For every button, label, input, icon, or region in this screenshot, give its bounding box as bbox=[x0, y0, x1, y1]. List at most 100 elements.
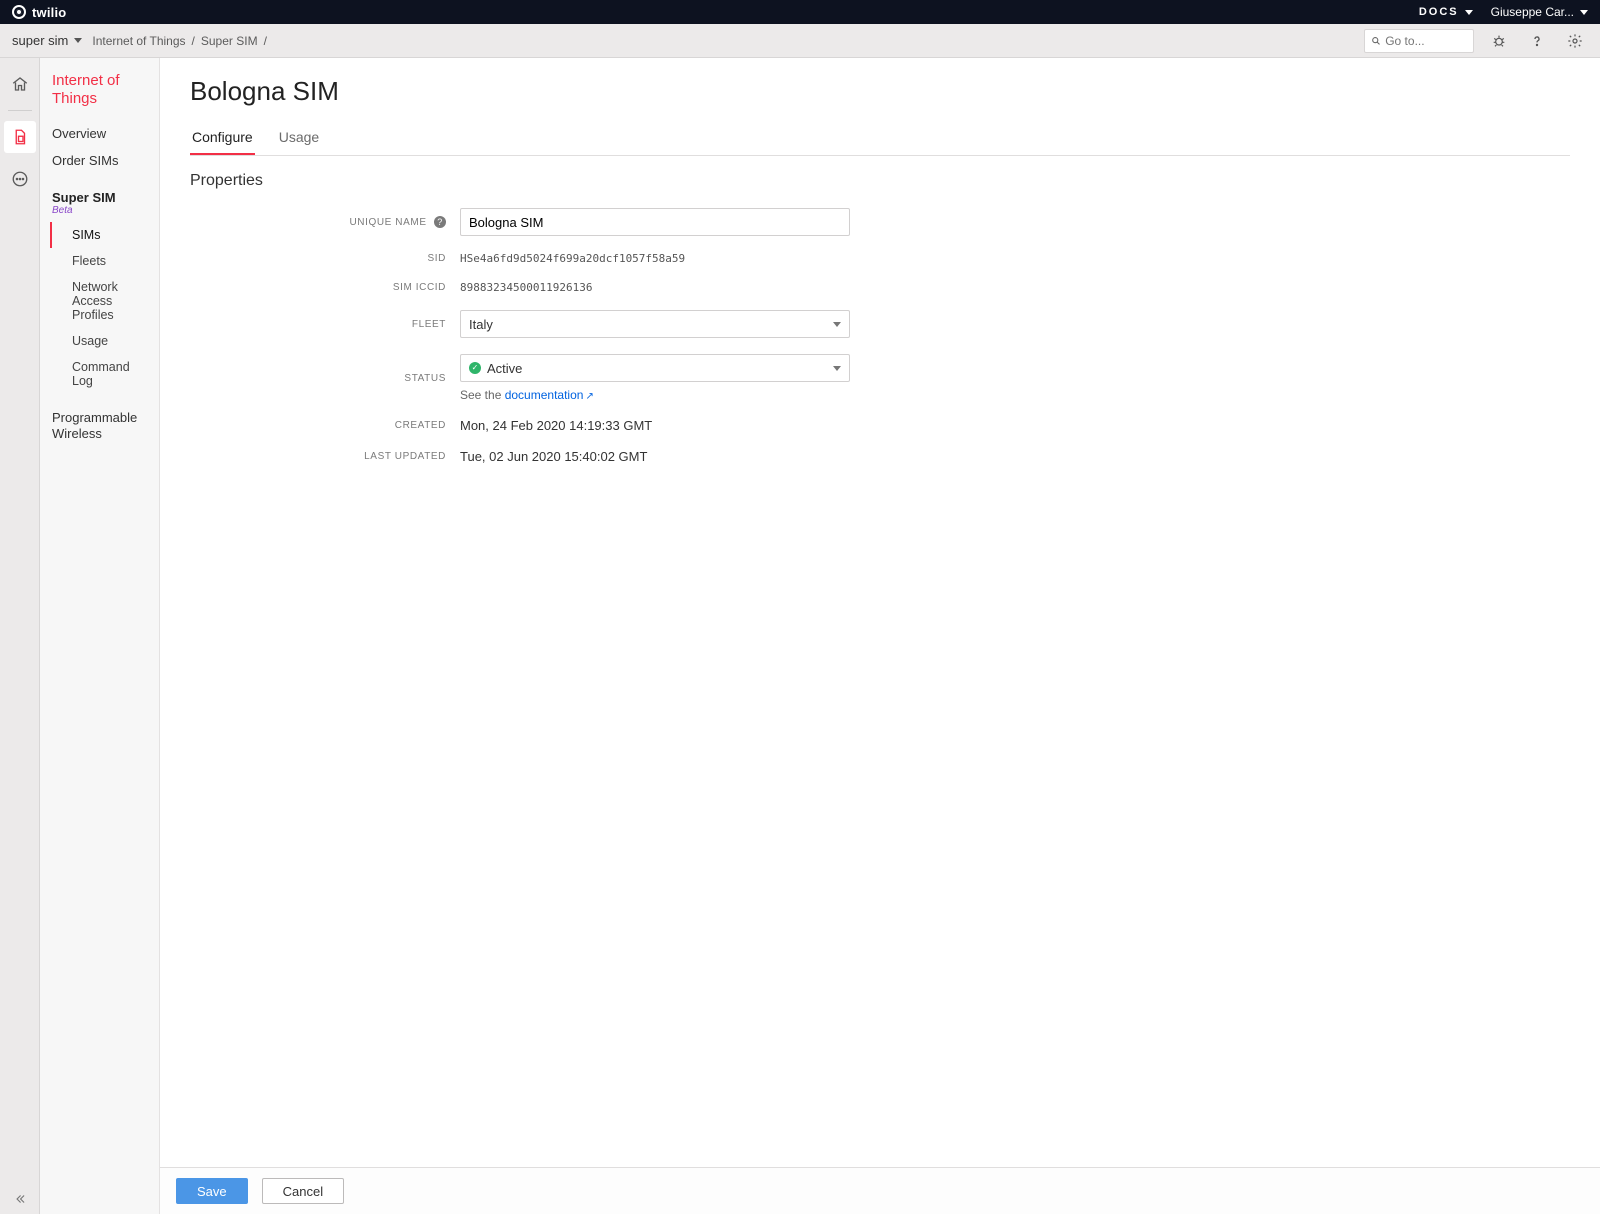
sidenav-programmable-wireless[interactable]: Programmable Wireless bbox=[40, 404, 159, 449]
input-unique-name[interactable] bbox=[460, 208, 850, 236]
label-unique-name: UNIQUE NAME ? bbox=[190, 216, 460, 228]
tab-usage[interactable]: Usage bbox=[277, 121, 321, 155]
app-shell: Internet of Things Overview Order SIMs S… bbox=[0, 58, 1600, 1214]
sidenav-overview[interactable]: Overview bbox=[40, 120, 159, 147]
breadcrumb-item[interactable]: Super SIM bbox=[201, 34, 258, 48]
chevron-down-icon bbox=[833, 366, 841, 371]
row-unique-name: UNIQUE NAME ? bbox=[190, 200, 1570, 244]
sidenav-beta-badge: Beta bbox=[40, 205, 159, 222]
label-created: CREATED bbox=[190, 420, 460, 431]
rail-divider bbox=[8, 110, 32, 111]
sidenav-title-line1: Internet of bbox=[52, 72, 120, 89]
chevron-down-icon bbox=[833, 322, 841, 327]
status-active-icon bbox=[469, 362, 481, 374]
label-iccid: SIM ICCID bbox=[190, 282, 460, 293]
label-status: STATUS bbox=[190, 373, 460, 384]
row-created: CREATED Mon, 24 Feb 2020 14:19:33 GMT bbox=[190, 410, 1570, 441]
tab-bar: Configure Usage bbox=[190, 121, 1570, 156]
label-updated: LAST UPDATED bbox=[190, 451, 460, 462]
page-title: Bologna SIM bbox=[190, 76, 1570, 107]
external-link-icon: ↗ bbox=[585, 391, 593, 402]
search-icon bbox=[1371, 35, 1381, 47]
brand-area: twilio bbox=[12, 5, 66, 20]
help-icon[interactable]: ? bbox=[434, 216, 446, 228]
chevron-down-icon bbox=[74, 38, 82, 43]
value-sid: HSe4a6fd9d5024f699a20dcf1057f58a59 bbox=[460, 252, 850, 265]
context-left: super sim Internet of Things / Super SIM… bbox=[12, 33, 267, 48]
row-status: STATUS Active See the documentation↗ bbox=[190, 346, 1570, 410]
user-menu[interactable]: Giuseppe Car... bbox=[1491, 5, 1588, 19]
label-sid: SID bbox=[190, 253, 460, 264]
topbar-right: DOCS Giuseppe Car... bbox=[1419, 5, 1588, 19]
collapse-icon bbox=[13, 1192, 27, 1206]
context-right bbox=[1364, 28, 1588, 54]
sidenav-fleets[interactable]: Fleets bbox=[50, 248, 159, 274]
quick-search[interactable] bbox=[1364, 29, 1474, 53]
more-icon bbox=[11, 170, 29, 188]
sidenav-pw-line2: Wireless bbox=[52, 426, 102, 441]
row-iccid: SIM ICCID 89883234500011926136 bbox=[190, 273, 1570, 302]
sidenav-title-line2: Things bbox=[52, 90, 97, 107]
label-fleet: FLEET bbox=[190, 319, 460, 330]
row-fleet: FLEET Italy bbox=[190, 302, 1570, 346]
status-helper: See the documentation↗ bbox=[460, 388, 850, 402]
main-panel: Bologna SIM Configure Usage Properties U… bbox=[160, 58, 1600, 1214]
value-updated: Tue, 02 Jun 2020 15:40:02 GMT bbox=[460, 449, 850, 464]
sidenav-usage[interactable]: Usage bbox=[50, 328, 159, 354]
value-created: Mon, 24 Feb 2020 14:19:33 GMT bbox=[460, 418, 850, 433]
settings-button[interactable] bbox=[1562, 28, 1588, 54]
chevron-down-icon bbox=[1465, 10, 1473, 15]
row-updated: LAST UPDATED Tue, 02 Jun 2020 15:40:02 G… bbox=[190, 441, 1570, 472]
documentation-link[interactable]: documentation↗ bbox=[505, 388, 594, 402]
account-switcher[interactable]: super sim bbox=[12, 33, 82, 48]
bug-icon bbox=[1491, 33, 1507, 49]
documentation-link-text: documentation bbox=[505, 388, 584, 402]
breadcrumb-item[interactable]: Internet of Things bbox=[92, 34, 185, 48]
rail-iot[interactable] bbox=[4, 121, 36, 153]
select-status-value: Active bbox=[487, 361, 522, 376]
save-button[interactable]: Save bbox=[176, 1178, 248, 1204]
context-bar: super sim Internet of Things / Super SIM… bbox=[0, 24, 1600, 58]
rail-home[interactable] bbox=[4, 68, 36, 100]
gear-icon bbox=[1567, 33, 1583, 49]
status-helper-prefix: See the bbox=[460, 388, 505, 402]
docs-label: DOCS bbox=[1419, 6, 1459, 18]
help-button[interactable] bbox=[1524, 28, 1550, 54]
brand-word: twilio bbox=[32, 5, 66, 20]
debugger-button[interactable] bbox=[1486, 28, 1512, 54]
tab-configure[interactable]: Configure bbox=[190, 121, 255, 155]
select-status[interactable]: Active bbox=[460, 354, 850, 382]
sidenav-title: Internet of Things bbox=[40, 72, 159, 120]
sidenav-sims[interactable]: SIMs bbox=[50, 222, 159, 248]
sim-icon bbox=[11, 128, 29, 146]
breadcrumb-separator: / bbox=[264, 34, 267, 48]
chevron-down-icon bbox=[1580, 10, 1588, 15]
label-unique-name-text: UNIQUE NAME bbox=[349, 217, 426, 228]
home-icon bbox=[11, 75, 29, 93]
main-scroll: Bologna SIM Configure Usage Properties U… bbox=[160, 58, 1600, 1167]
sidenav-super-sim[interactable]: Super SIM bbox=[40, 184, 159, 205]
section-properties-heading: Properties bbox=[190, 172, 1570, 190]
sidenav-order-sims[interactable]: Order SIMs bbox=[40, 147, 159, 174]
global-topbar: twilio DOCS Giuseppe Car... bbox=[0, 0, 1600, 24]
breadcrumb-separator: / bbox=[192, 34, 195, 48]
icon-rail bbox=[0, 58, 40, 1214]
value-iccid: 89883234500011926136 bbox=[460, 281, 850, 294]
footer-actions: Save Cancel bbox=[160, 1167, 1600, 1214]
cancel-button[interactable]: Cancel bbox=[262, 1178, 344, 1204]
sidenav-pw-line1: Programmable bbox=[52, 410, 137, 425]
search-input[interactable] bbox=[1385, 34, 1467, 48]
side-nav: Internet of Things Overview Order SIMs S… bbox=[40, 58, 160, 1214]
row-sid: SID HSe4a6fd9d5024f699a20dcf1057f58a59 bbox=[190, 244, 1570, 273]
select-fleet[interactable]: Italy bbox=[460, 310, 850, 338]
twilio-logo-icon bbox=[12, 5, 26, 19]
docs-link[interactable]: DOCS bbox=[1419, 6, 1473, 18]
user-label: Giuseppe Car... bbox=[1491, 5, 1574, 19]
help-icon bbox=[1529, 33, 1545, 49]
sidenav-network-access-profiles[interactable]: Network Access Profiles bbox=[50, 274, 159, 328]
sidenav-command-log[interactable]: Command Log bbox=[50, 354, 159, 394]
breadcrumb: Internet of Things / Super SIM / bbox=[92, 34, 267, 48]
rail-collapse-button[interactable] bbox=[0, 1192, 39, 1206]
select-fleet-value: Italy bbox=[469, 317, 493, 332]
rail-more[interactable] bbox=[4, 163, 36, 195]
